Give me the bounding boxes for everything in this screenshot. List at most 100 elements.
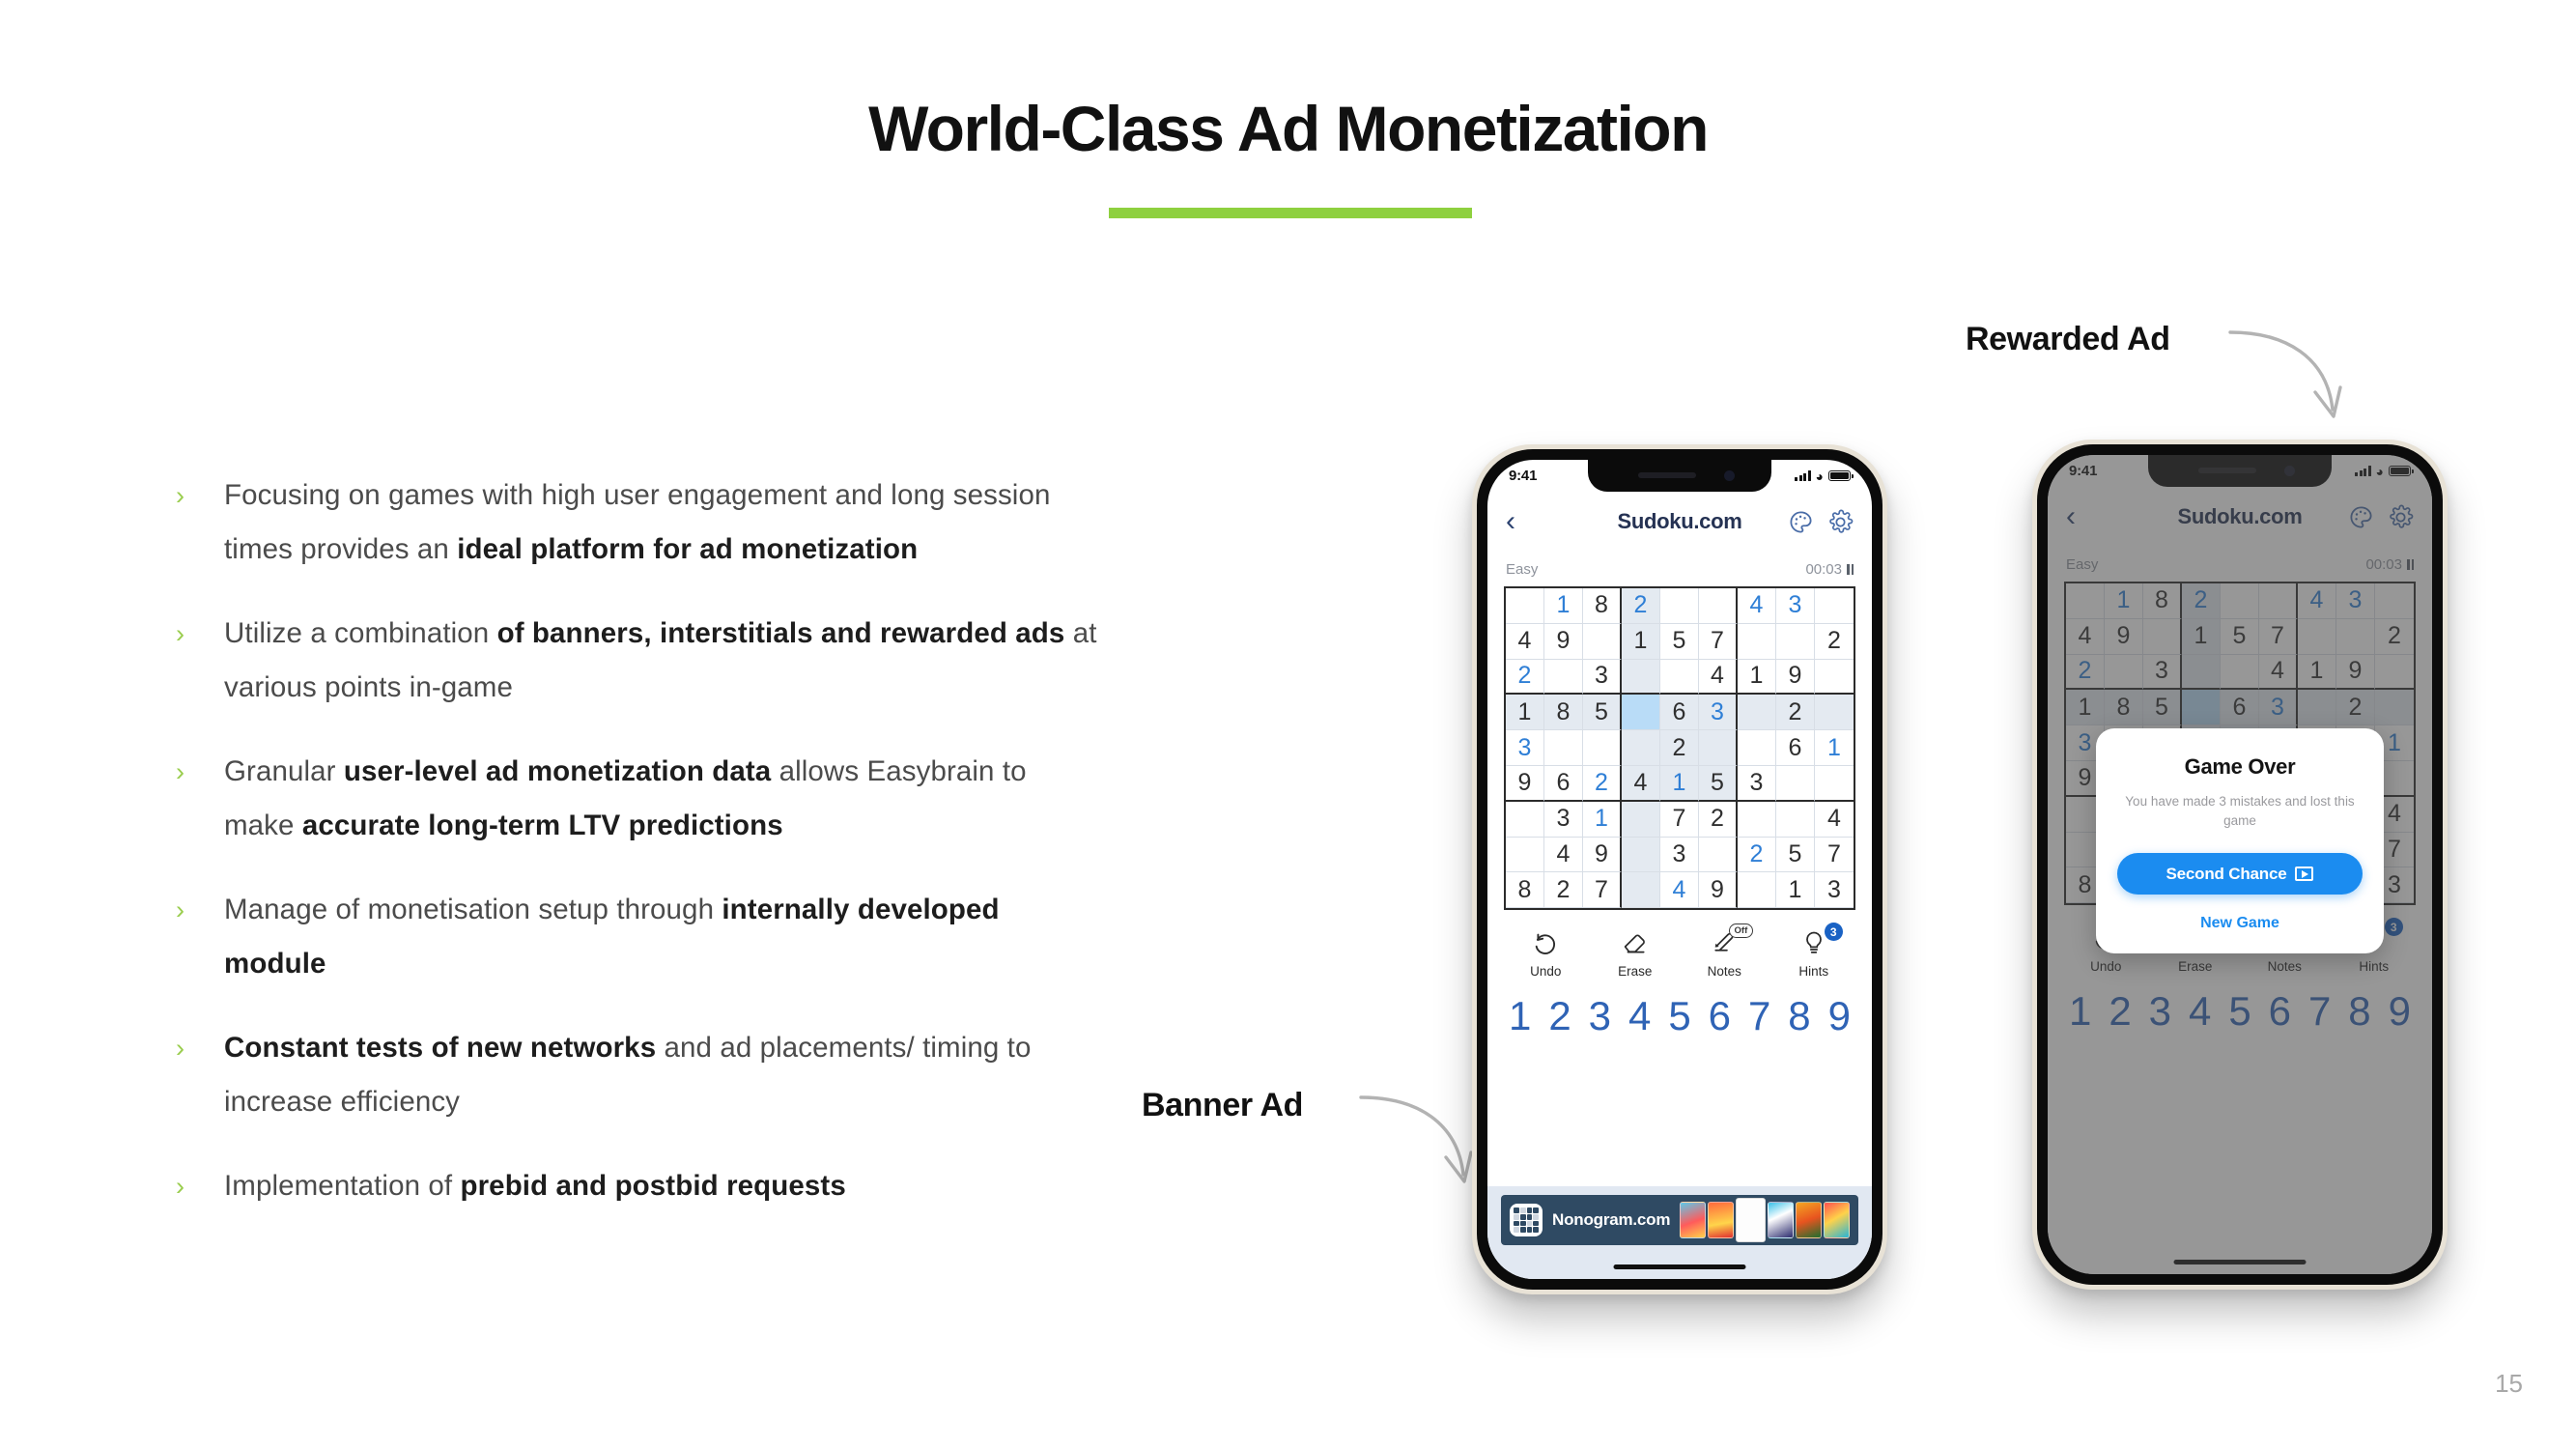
sudoku-cell[interactable]: 4 — [1738, 588, 1776, 624]
sudoku-cell[interactable]: 9 — [1699, 872, 1738, 909]
toolbar-button-erase[interactable]: Erase — [1600, 926, 1670, 979]
sudoku-cell[interactable]: 7 — [1660, 801, 1699, 838]
back-button[interactable]: ‹ — [1506, 507, 1515, 536]
banner-ad[interactable]: Nonogram.com — [1501, 1195, 1858, 1245]
numpad-key-6[interactable]: 6 — [1709, 996, 1731, 1037]
sudoku-cell[interactable] — [1660, 659, 1699, 696]
sudoku-cell[interactable]: 4 — [1622, 765, 1660, 802]
toolbar-button-hints[interactable]: Hints 3 — [1779, 923, 1849, 979]
sudoku-cell[interactable]: 3 — [1699, 695, 1738, 731]
sudoku-cell[interactable]: 2 — [1660, 730, 1699, 766]
sudoku-cell[interactable]: 8 — [1583, 588, 1622, 624]
sudoku-cell[interactable] — [1776, 801, 1815, 838]
sudoku-cell[interactable] — [1699, 588, 1738, 624]
sudoku-cell[interactable]: 5 — [1776, 837, 1815, 873]
sudoku-cell[interactable]: 3 — [1544, 801, 1583, 838]
sudoku-cell[interactable]: 2 — [1622, 588, 1660, 624]
sudoku-cell[interactable]: 5 — [1699, 765, 1738, 802]
sudoku-cell[interactable]: 5 — [1660, 623, 1699, 660]
sudoku-cell[interactable] — [1815, 660, 1854, 696]
sudoku-cell[interactable]: 3 — [1506, 730, 1544, 766]
sudoku-grid[interactable]: 1824349157223419185632326196241533172449… — [1504, 586, 1855, 911]
numpad-key-2[interactable]: 2 — [1548, 996, 1571, 1037]
sudoku-cell[interactable]: 3 — [1660, 837, 1699, 873]
sudoku-cell[interactable]: 4 — [1506, 623, 1544, 660]
sudoku-cell[interactable]: 3 — [1738, 765, 1776, 802]
sudoku-cell[interactable]: 9 — [1583, 837, 1622, 873]
sudoku-cell[interactable]: 5 — [1583, 695, 1622, 731]
palette-icon[interactable] — [1788, 509, 1814, 535]
sudoku-cell[interactable] — [1660, 588, 1699, 624]
sudoku-cell[interactable]: 1 — [1544, 588, 1583, 624]
sudoku-cell[interactable]: 6 — [1776, 730, 1815, 766]
sudoku-cell[interactable]: 7 — [1583, 872, 1622, 909]
toolbar-button-notes[interactable]: Notes Off — [1689, 923, 1759, 979]
sudoku-cell[interactable]: 9 — [1544, 623, 1583, 660]
sudoku-cell[interactable]: 6 — [1660, 695, 1699, 731]
new-game-link[interactable]: New Game — [2117, 915, 2363, 932]
pause-icon[interactable] — [1847, 563, 1854, 575]
sudoku-cell[interactable] — [1622, 837, 1660, 873]
sudoku-cell[interactable]: 4 — [1660, 872, 1699, 909]
sudoku-cell[interactable]: 1 — [1506, 695, 1544, 731]
sudoku-cell[interactable] — [1776, 765, 1815, 802]
numpad-key-8[interactable]: 8 — [1788, 996, 1810, 1037]
numpad-key-7[interactable]: 7 — [1748, 996, 1770, 1037]
gear-icon[interactable] — [1827, 509, 1854, 535]
sudoku-cell[interactable]: 1 — [1815, 730, 1854, 766]
sudoku-cell[interactable] — [1815, 695, 1854, 731]
sudoku-cell[interactable] — [1738, 872, 1776, 909]
sudoku-cell[interactable]: 8 — [1544, 695, 1583, 731]
sudoku-cell[interactable] — [1622, 872, 1660, 909]
sudoku-cell[interactable] — [1622, 659, 1660, 696]
sudoku-cell[interactable] — [1506, 588, 1544, 624]
sudoku-cell[interactable]: 9 — [1776, 659, 1815, 696]
sudoku-cell[interactable] — [1699, 837, 1738, 873]
sudoku-cell[interactable] — [1699, 730, 1738, 766]
sudoku-cell[interactable]: 2 — [1738, 837, 1776, 873]
sudoku-cell[interactable]: 1 — [1583, 801, 1622, 838]
sudoku-cell[interactable] — [1815, 588, 1854, 624]
sudoku-cell[interactable]: 7 — [1699, 623, 1738, 660]
sudoku-cell[interactable]: 2 — [1506, 659, 1544, 696]
sudoku-cell[interactable]: 2 — [1776, 695, 1815, 731]
sudoku-cell[interactable]: 4 — [1544, 837, 1583, 873]
sudoku-cell[interactable]: 1 — [1776, 872, 1815, 909]
sudoku-cell[interactable] — [1738, 695, 1776, 731]
sudoku-cell[interactable]: 7 — [1815, 838, 1854, 873]
sudoku-cell[interactable] — [1506, 837, 1544, 873]
sudoku-cell[interactable] — [1815, 766, 1854, 802]
sudoku-cell[interactable] — [1622, 801, 1660, 838]
sudoku-cell[interactable] — [1544, 730, 1583, 766]
sudoku-cell[interactable] — [1738, 801, 1776, 838]
sudoku-cell[interactable] — [1544, 659, 1583, 696]
numpad-key-5[interactable]: 5 — [1668, 996, 1690, 1037]
sudoku-cell[interactable] — [1738, 730, 1776, 766]
sudoku-cell[interactable]: 3 — [1815, 872, 1854, 909]
sudoku-cell[interactable]: 2 — [1699, 801, 1738, 838]
sudoku-cell[interactable]: 3 — [1776, 588, 1815, 624]
sudoku-cell[interactable] — [1506, 801, 1544, 838]
toolbar-button-undo[interactable]: Undo — [1511, 926, 1580, 979]
sudoku-cell[interactable]: 1 — [1738, 659, 1776, 696]
sudoku-cell[interactable]: 4 — [1815, 802, 1854, 838]
sudoku-cell[interactable] — [1622, 730, 1660, 766]
sudoku-cell[interactable] — [1776, 623, 1815, 660]
sudoku-cell[interactable]: 8 — [1506, 872, 1544, 909]
sudoku-cell[interactable]: 4 — [1699, 659, 1738, 696]
sudoku-cell[interactable]: 2 — [1544, 872, 1583, 909]
numpad-key-4[interactable]: 4 — [1628, 996, 1651, 1037]
numpad-key-9[interactable]: 9 — [1828, 996, 1851, 1037]
second-chance-button[interactable]: Second Chance — [2117, 853, 2363, 895]
sudoku-cell[interactable] — [1738, 623, 1776, 660]
sudoku-cell[interactable]: 1 — [1622, 623, 1660, 660]
sudoku-cell[interactable]: 2 — [1583, 765, 1622, 802]
sudoku-cell[interactable]: 6 — [1544, 765, 1583, 802]
numpad-key-1[interactable]: 1 — [1509, 996, 1531, 1037]
sudoku-cell[interactable]: 2 — [1815, 624, 1854, 660]
numpad-key-3[interactable]: 3 — [1589, 996, 1611, 1037]
sudoku-cell[interactable]: 3 — [1583, 659, 1622, 696]
sudoku-cell[interactable]: 9 — [1506, 765, 1544, 802]
sudoku-cell[interactable]: 1 — [1660, 765, 1699, 802]
sudoku-cell[interactable] — [1622, 695, 1660, 731]
